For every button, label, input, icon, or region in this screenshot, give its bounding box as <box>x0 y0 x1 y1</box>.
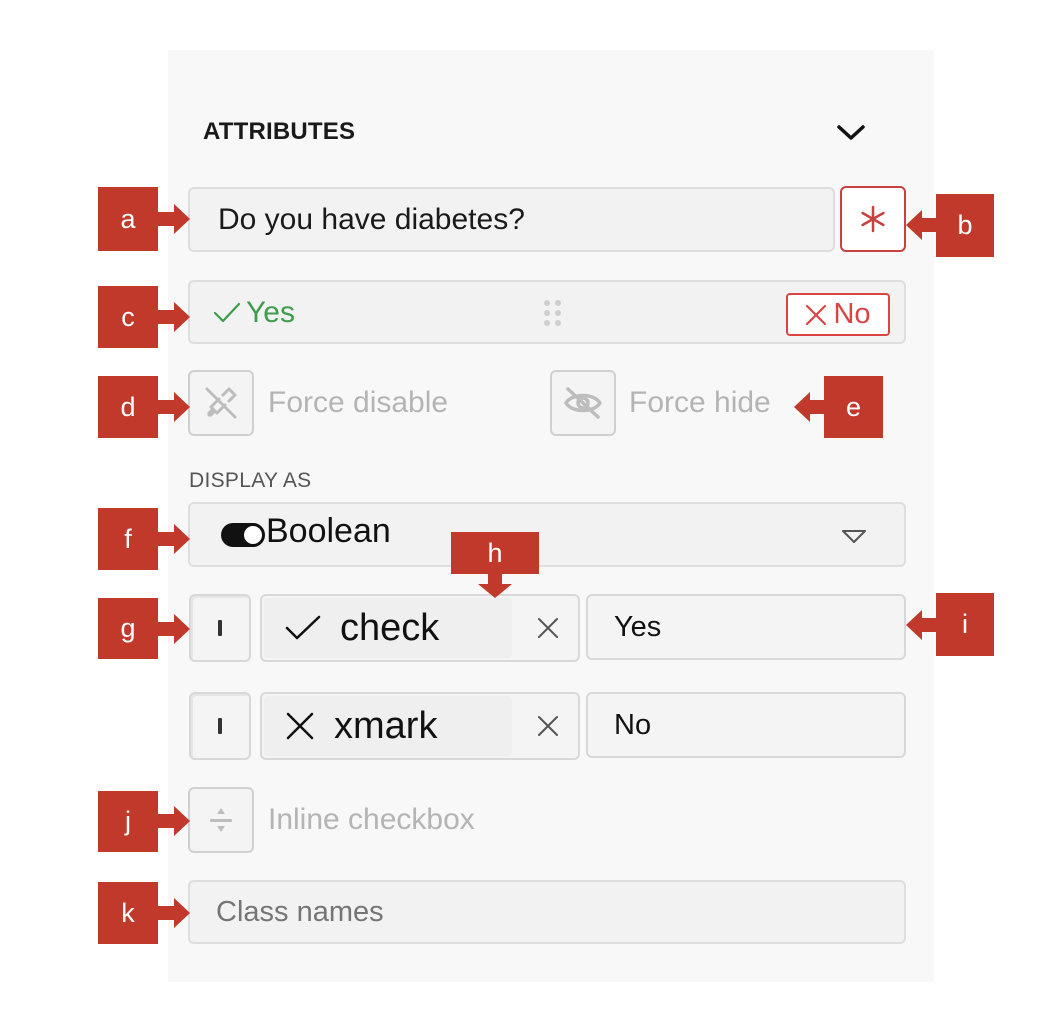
callout-arrow <box>158 806 190 836</box>
yes-text: Yes <box>246 296 295 329</box>
display-as-label: DISPLAY AS <box>189 469 312 492</box>
force-disable-button[interactable] <box>188 370 254 436</box>
option-icon-field[interactable]: check <box>260 594 580 662</box>
clear-icon[interactable] <box>536 714 560 738</box>
no-label[interactable]: No <box>786 293 890 336</box>
callout-a: a <box>98 187 158 251</box>
callout-d: d <box>98 376 158 438</box>
collapse-button[interactable] <box>836 118 866 148</box>
option-value-input[interactable]: No <box>586 692 906 758</box>
inline-checkbox-button[interactable] <box>188 787 254 853</box>
option-icon-value[interactable]: xmark <box>264 696 512 756</box>
drag-handle[interactable] <box>189 594 251 662</box>
callout-b: b <box>936 194 994 257</box>
option-value-input[interactable]: Yes <box>586 594 906 660</box>
no-text: No <box>833 298 871 330</box>
handle-grip-icon <box>218 620 222 636</box>
callout-i: i <box>936 593 994 656</box>
chevron-down-icon <box>837 125 865 140</box>
handle-grip-icon <box>218 718 222 734</box>
toggle-icon <box>221 523 265 547</box>
force-disable-label: Force disable <box>268 386 449 419</box>
callout-f: f <box>98 508 158 570</box>
eye-slash-icon <box>564 387 602 419</box>
callout-arrow <box>906 610 938 640</box>
callout-c: c <box>98 286 158 348</box>
callout-j: j <box>98 791 158 852</box>
callout-arrow <box>158 524 190 554</box>
callout-arrow <box>906 210 938 240</box>
callout-e: e <box>824 376 883 438</box>
pen-slash-icon <box>205 387 237 419</box>
section-title: ATTRIBUTES <box>203 118 356 145</box>
callout-h: h <box>451 532 539 574</box>
callout-g: g <box>98 598 158 659</box>
force-hide-button[interactable] <box>550 370 616 436</box>
callout-k: k <box>98 882 158 944</box>
option-icon-value[interactable]: check <box>264 598 512 658</box>
option-icon-name: xmark <box>334 704 438 747</box>
clear-icon[interactable] <box>536 616 560 640</box>
callout-arrow <box>794 392 826 422</box>
callout-arrow <box>478 574 512 598</box>
display-as-value: Boolean <box>266 512 391 550</box>
drag-handle[interactable] <box>189 692 251 760</box>
callout-arrow <box>158 614 190 644</box>
question-input[interactable]: Do you have diabetes? <box>188 187 835 252</box>
triangle-down-icon <box>842 530 866 543</box>
check-icon <box>285 615 321 640</box>
callout-arrow <box>158 204 190 234</box>
required-toggle-button[interactable] <box>840 186 906 252</box>
question-text: Do you have diabetes? <box>218 203 525 236</box>
option-icon-name: check <box>340 606 440 649</box>
callout-arrow <box>158 898 190 928</box>
callout-arrow <box>158 392 190 422</box>
yes-label[interactable]: Yes <box>212 296 295 330</box>
check-icon <box>213 302 241 323</box>
xmark-icon <box>286 712 314 740</box>
option-icon-field[interactable]: xmark <box>260 692 580 760</box>
class-names-input[interactable] <box>188 880 906 944</box>
x-icon <box>806 304 827 325</box>
callout-arrow <box>158 302 190 332</box>
asterisk-icon <box>861 205 885 233</box>
divide-icon <box>210 808 232 832</box>
inline-checkbox-label: Inline checkbox <box>268 803 475 836</box>
force-hide-label: Force hide <box>629 386 771 419</box>
drag-dots-icon[interactable] <box>542 298 564 328</box>
